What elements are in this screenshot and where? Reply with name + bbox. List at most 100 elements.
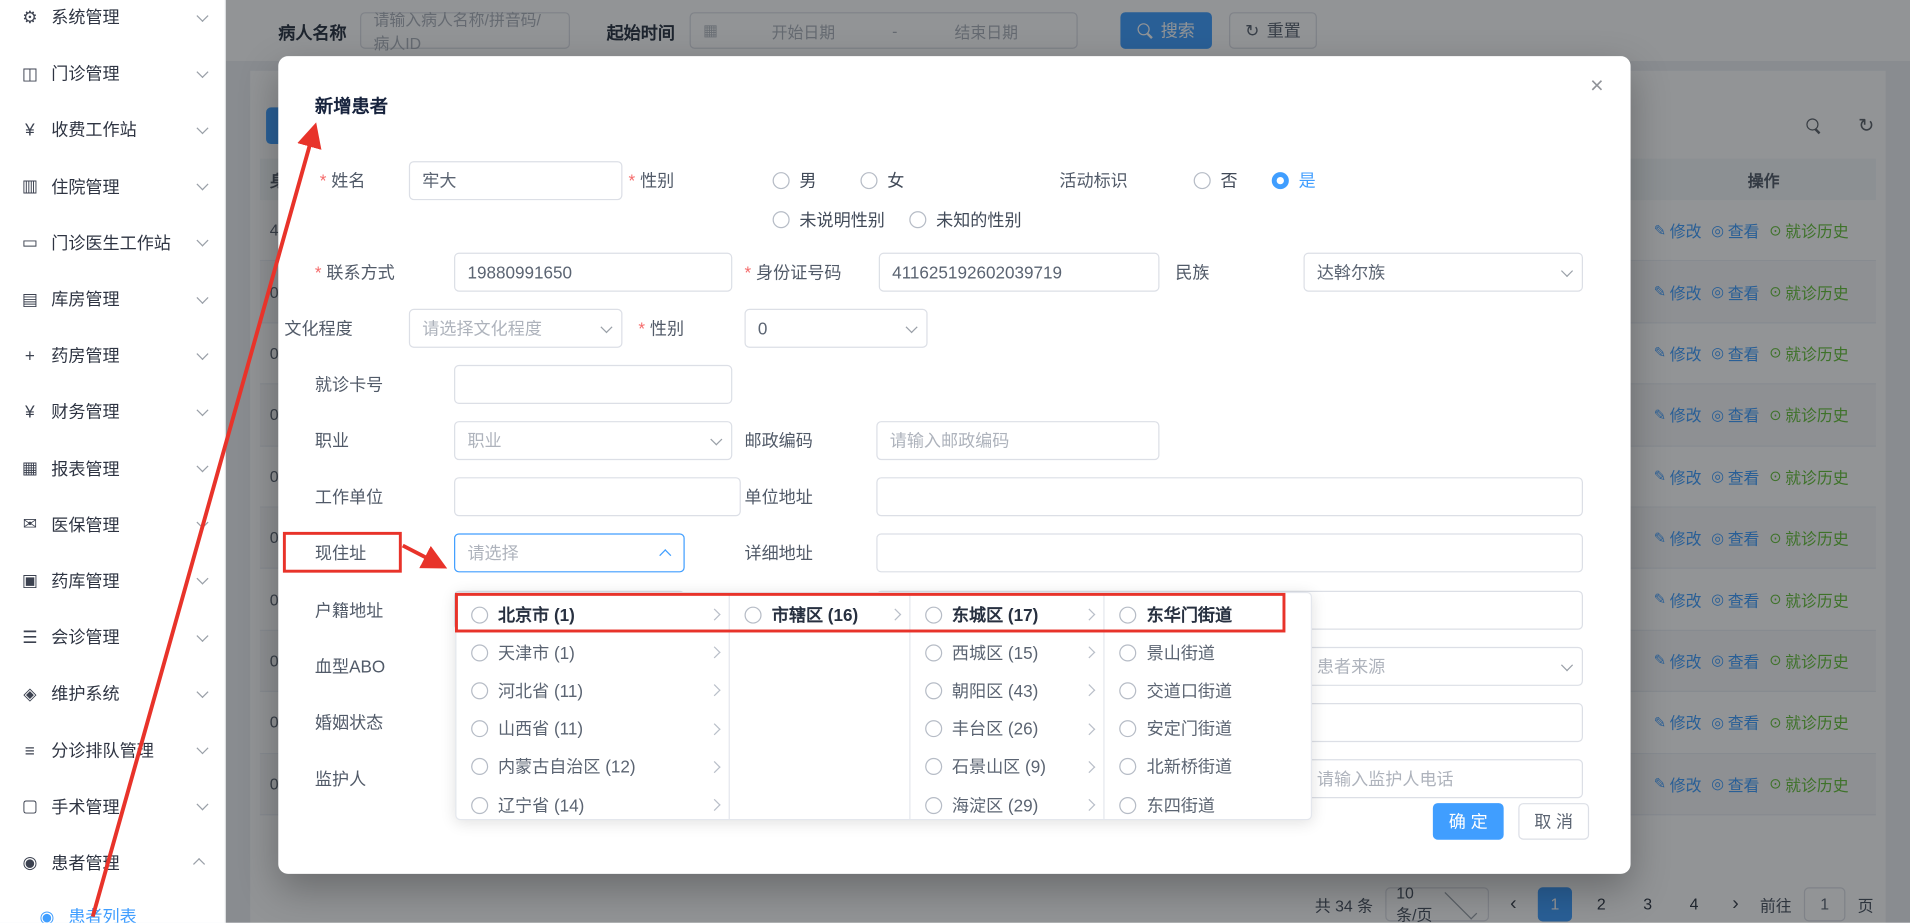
gender-radio-female[interactable]: 女: [860, 161, 904, 200]
cascader-option[interactable]: 北新桥街道: [1105, 748, 1311, 786]
sidebar-item-storeroom[interactable]: ▤库房管理: [0, 271, 225, 327]
employer-address-label: 单位地址: [745, 477, 813, 516]
folder-icon: ▤: [20, 289, 41, 310]
radio-icon[interactable]: [471, 606, 488, 623]
occupation-select[interactable]: 职业: [454, 421, 732, 460]
chevron-down-icon: [1561, 264, 1573, 276]
confirm-button[interactable]: 确 定: [1433, 803, 1504, 840]
radio-icon[interactable]: [471, 720, 488, 737]
address-cascader-panel: 北京市 (1) 天津市 (1) 河北省 (11) 山西省 (11) 内蒙古自治区…: [455, 592, 1312, 820]
sidebar-item-consultation[interactable]: ☰会诊管理: [0, 609, 225, 665]
visit-card-input[interactable]: [454, 365, 732, 404]
sidebar-item-maintenance[interactable]: ◈维护系统: [0, 665, 225, 721]
cascader-option[interactable]: 河北省 (11): [456, 672, 729, 710]
sidebar-item-drug-storage[interactable]: ▣药库管理: [0, 553, 225, 609]
cascader-option[interactable]: 海淀区 (29): [910, 786, 1104, 819]
radio-icon[interactable]: [1120, 682, 1137, 699]
patient-source-select[interactable]: 患者来源: [1303, 647, 1582, 686]
sidebar-item-surgery[interactable]: ▢手术管理: [0, 778, 225, 834]
cascader-option[interactable]: 安定门街道: [1105, 710, 1311, 748]
radio-icon[interactable]: [471, 644, 488, 661]
chevron-down-icon: [196, 517, 208, 529]
radio-icon[interactable]: [1120, 720, 1137, 737]
active-flag-radio-no[interactable]: 否: [1194, 161, 1238, 200]
gender-radio-unstated[interactable]: 未说明性别: [773, 200, 885, 239]
radio-icon: [773, 172, 790, 189]
detail-address-input[interactable]: [876, 533, 1583, 572]
cascader-option[interactable]: 朝阳区 (43): [910, 672, 1104, 710]
gender-radio-unknown[interactable]: 未知的性别: [909, 200, 1021, 239]
radio-icon[interactable]: [925, 682, 942, 699]
radio-icon: [909, 211, 926, 228]
sidebar-item-doctor-station[interactable]: ▭门诊医生工作站: [0, 215, 225, 271]
cascader-option[interactable]: 辽宁省 (14): [456, 786, 729, 819]
cascader-option[interactable]: 东四街道: [1105, 786, 1311, 819]
cascader-option[interactable]: 市辖区 (16): [730, 596, 909, 634]
postcode-input[interactable]: 请输入邮政编码: [876, 421, 1159, 460]
radio-icon[interactable]: [925, 758, 942, 775]
dialog-title: 新增患者: [315, 93, 388, 119]
sidebar-item-system[interactable]: ⚙系统管理: [0, 0, 225, 45]
contact-input[interactable]: 19880991650: [454, 253, 732, 292]
employer-address-input[interactable]: [876, 477, 1583, 516]
radio-icon[interactable]: [1120, 644, 1137, 661]
medical-cross-icon: +: [20, 346, 41, 366]
radio-icon[interactable]: [471, 758, 488, 775]
chevron-down-icon: [196, 630, 208, 642]
cascader-option[interactable]: 内蒙古自治区 (12): [456, 748, 729, 786]
name-input[interactable]: 牢大: [409, 161, 623, 200]
detail-address-label: 详细地址: [745, 533, 813, 572]
sidebar-item-reports[interactable]: ▦报表管理: [0, 440, 225, 496]
cascader-option[interactable]: 山西省 (11): [456, 710, 729, 748]
radio-icon[interactable]: [471, 682, 488, 699]
radio-icon[interactable]: [925, 720, 942, 737]
visit-card-label: 就诊卡号: [315, 365, 383, 404]
radio-icon[interactable]: [925, 606, 942, 623]
cascader-option[interactable]: 石景山区 (9): [910, 748, 1104, 786]
chevron-down-icon: [196, 122, 208, 134]
sidebar-item-patient-management[interactable]: ◉患者管理: [0, 835, 225, 891]
chevron-right-icon: [1084, 761, 1096, 773]
gender-code-select[interactable]: 0: [745, 309, 928, 348]
current-address-cascader-input[interactable]: 请选择: [454, 533, 685, 572]
sidebar-item-finance[interactable]: ¥财务管理: [0, 384, 225, 440]
cascader-option[interactable]: 天津市 (1): [456, 634, 729, 672]
cancel-button[interactable]: 取 消: [1518, 803, 1589, 840]
radio-icon[interactable]: [925, 796, 942, 813]
cascader-option[interactable]: 北京市 (1): [456, 596, 729, 634]
sidebar-item-insurance[interactable]: ✉医保管理: [0, 496, 225, 552]
radio-icon[interactable]: [1120, 606, 1137, 623]
close-icon[interactable]: ×: [1590, 73, 1604, 100]
radio-icon[interactable]: [471, 796, 488, 813]
guardian-phone-input[interactable]: 请输入监护人电话: [1303, 759, 1582, 798]
cascader-option[interactable]: 丰台区 (26): [910, 710, 1104, 748]
ethnic-select[interactable]: 达斡尔族: [1303, 253, 1582, 292]
sidebar-item-outpatient[interactable]: ◫门诊管理: [0, 45, 225, 101]
gender-radio-male[interactable]: 男: [773, 161, 817, 200]
education-select[interactable]: 请选择文化程度: [409, 309, 623, 348]
cascader-option[interactable]: 东华门街道: [1105, 596, 1311, 634]
sidebar-menu: ⚙系统管理 ◫门诊管理 ¥收费工作站 ▥住院管理 ▭门诊医生工作站 ▤库房管理 …: [0, 0, 225, 923]
sidebar-item-charge-station[interactable]: ¥收费工作站: [0, 102, 225, 158]
sidebar-item-inpatient[interactable]: ▥住院管理: [0, 158, 225, 214]
radio-icon[interactable]: [745, 606, 762, 623]
chevron-down-icon: [196, 686, 208, 698]
employer-input[interactable]: [454, 477, 741, 516]
radio-icon[interactable]: [1120, 796, 1137, 813]
sidebar-item-pharmacy[interactable]: +药房管理: [0, 327, 225, 383]
cascader-option[interactable]: 东城区 (17): [910, 596, 1104, 634]
cascader-option[interactable]: 交道口街道: [1105, 672, 1311, 710]
chevron-down-icon: [1561, 659, 1573, 671]
cascader-option[interactable]: 西城区 (15): [910, 634, 1104, 672]
chevron-right-icon: [1084, 609, 1096, 621]
add-patient-dialog: 新增患者 × 姓名 牢大 性别 男 女 活动标识 否 是 未说明性别 未知的性别…: [278, 56, 1630, 874]
sidebar-item-patient-list[interactable]: ◉患者列表: [0, 891, 225, 923]
cascader-option[interactable]: 景山街道: [1105, 634, 1311, 672]
chevron-right-icon: [709, 609, 721, 621]
sidebar-item-triage-queue[interactable]: ≡分诊排队管理: [0, 722, 225, 778]
id-number-input[interactable]: 411625192602039719: [879, 253, 1160, 292]
radio-icon[interactable]: [1120, 758, 1137, 775]
radio-icon[interactable]: [925, 644, 942, 661]
education-label: 文化程度: [284, 309, 352, 348]
active-flag-radio-yes[interactable]: 是: [1272, 161, 1316, 200]
